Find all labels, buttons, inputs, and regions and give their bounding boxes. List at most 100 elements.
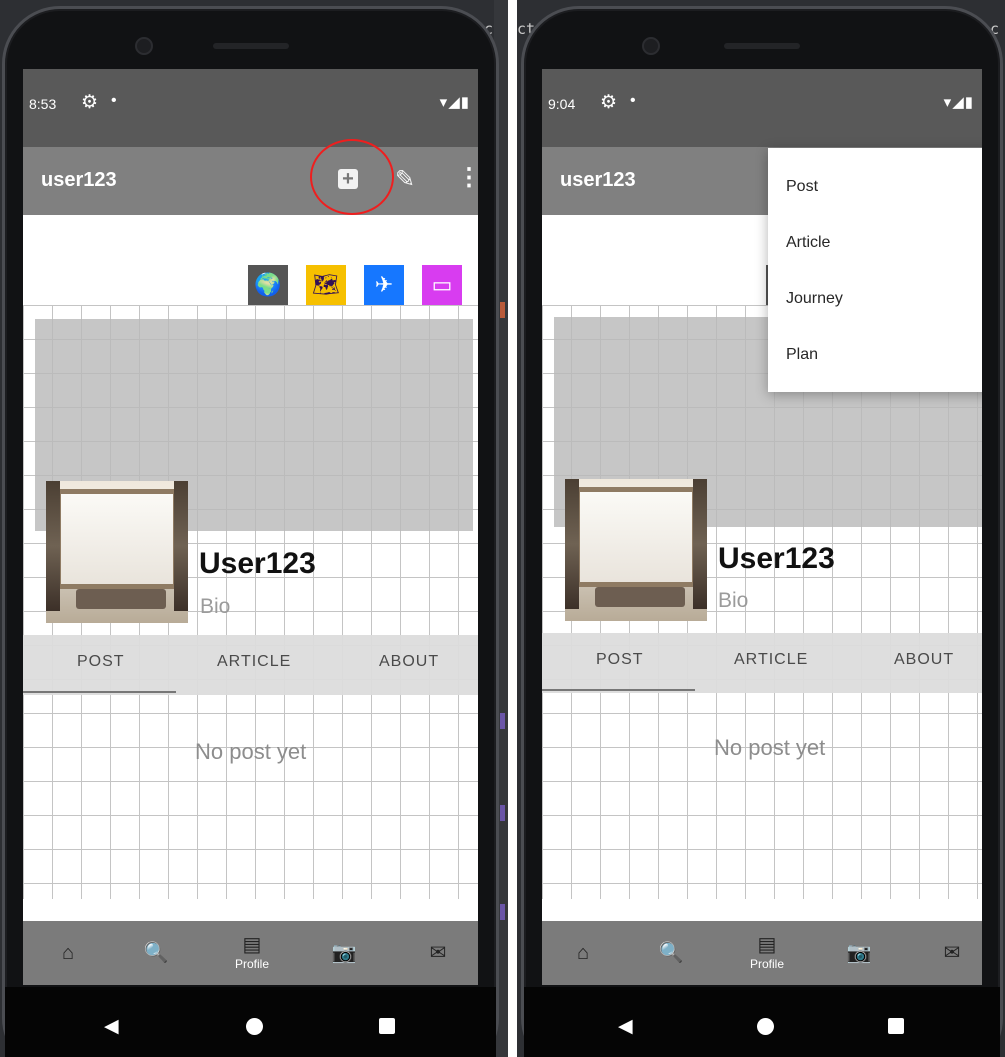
photo-window [56,489,178,589]
mail-icon: ✉ [943,942,961,964]
status-time: 9:04 [548,96,576,112]
phone-frame: 8:53 ⚙ • ▾◢▮ user123 + ✎ ⋮ 🌍 🗺 ✈ ▭ User1… [2,6,499,1057]
ide-gutter-mark [500,805,505,821]
back-icon[interactable]: ◀ [618,1015,633,1038]
active-tab-indicator [542,689,695,691]
tab-article[interactable]: ARTICLE [217,653,291,671]
front-camera [135,37,153,55]
display-name: User123 [718,542,835,575]
create-menu: Post Article Journey Plan [768,148,982,392]
menu-item-plan[interactable]: Plan [786,346,818,364]
recent-apps-icon[interactable] [379,1018,395,1034]
empty-state-message: No post yet [714,735,826,760]
app-bar: user123 + ✎ ⋮ [23,147,478,215]
bookmark-icon[interactable]: ▭ [422,265,462,305]
photo-shelf-left [565,479,579,609]
nav-profile[interactable]: ▤ Profile [737,921,797,985]
screenshot-stage: cti 8:53 ⚙ • ▾◢▮ user123 + ✎ ⋮ [0,0,1005,1057]
bio-text: Bio [200,595,231,618]
status-system-icons: ▾◢▮ [943,94,974,111]
nav-profile-label: Profile [749,957,784,971]
search-icon: 🔍 [658,942,684,964]
home-circle-icon[interactable] [757,1018,774,1035]
app-title: user123 [41,169,117,191]
settings-gear-icon: ⚙ [600,92,618,113]
flight-icon[interactable]: ✈ [364,265,404,305]
nav-mail[interactable]: ✉ [927,921,977,985]
nav-camera[interactable]: 📷 [834,921,884,985]
nav-profile[interactable]: ▤ Profile [222,921,282,985]
phone-frame: 9:04 ⚙ • ▾◢▮ user123 User123 Bio POST AR… [521,6,1003,1057]
map-route-icon[interactable]: 🗺 [306,265,346,305]
front-camera [642,37,660,55]
mail-icon: ✉ [429,942,447,964]
android-navigation-bar: ◀ [524,987,1000,1057]
ide-gutter-mark [500,302,505,318]
bio-text: Bio [718,589,749,612]
tab-about[interactable]: ABOUT [894,651,954,669]
nav-camera[interactable]: 📷 [319,921,369,985]
camera-icon: 📷 [331,942,357,964]
ide-gutter-mark [500,713,505,729]
profile-document-icon: ▤ [757,934,777,956]
earpiece-speaker [724,43,800,49]
tab-post[interactable]: POST [596,651,644,669]
status-bar: 8:53 ⚙ • ▾◢▮ [23,69,478,147]
status-time: 8:53 [29,96,57,112]
back-icon[interactable]: ◀ [104,1015,119,1038]
photo-rug [595,587,685,607]
settings-gear-icon: ⚙ [81,92,99,113]
profile-tabs: POST ARTICLE ABOUT [23,635,478,695]
photo-shelf-right [174,481,188,611]
profile-tabs: POST ARTICLE ABOUT [542,633,982,693]
right-phone-panel: cti c 9:04 ⚙ • ▾◢▮ user123 User123 Bio P… [517,0,1005,1057]
home-icon: ⌂ [576,942,590,964]
photo-rug [76,589,166,609]
phone-screen: 8:53 ⚙ • ▾◢▮ user123 + ✎ ⋮ 🌍 🗺 ✈ ▭ User1… [23,69,478,985]
profile-photo [565,479,707,621]
photo-shelf-right [693,479,707,609]
nav-home[interactable]: ⌂ [558,921,608,985]
empty-state-message: No post yet [195,739,307,764]
home-icon: ⌂ [61,942,75,964]
status-bar: 9:04 ⚙ • ▾◢▮ [542,69,982,147]
ide-gutter-mark [500,904,505,920]
recent-apps-icon[interactable] [888,1018,904,1034]
nav-search[interactable]: 🔍 [131,921,181,985]
tab-article[interactable]: ARTICLE [734,651,808,669]
notification-dot-icon: • [111,92,117,109]
app-title: user123 [560,169,636,191]
nav-mail[interactable]: ✉ [413,921,463,985]
tab-about[interactable]: ABOUT [379,653,439,671]
nav-search[interactable]: 🔍 [646,921,696,985]
menu-item-journey[interactable]: Journey [786,290,843,308]
globe-icon[interactable]: 🌍 [248,265,288,305]
profile-content: 🌍 🗺 ✈ ▭ User123 Bio POST ARTICLE ABOUT N… [23,215,478,899]
left-phone-panel: cti 8:53 ⚙ • ▾◢▮ user123 + ✎ ⋮ [0,0,508,1057]
status-system-icons: ▾◢▮ [439,94,470,111]
display-name: User123 [199,547,316,580]
profile-photo [46,481,188,623]
nav-home[interactable]: ⌂ [43,921,93,985]
photo-shelf-left [46,481,60,611]
nav-profile-label: Profile [234,957,269,971]
highlight-circle [310,139,394,215]
menu-item-article[interactable]: Article [786,234,830,252]
quick-action-icons: 🌍 🗺 ✈ ▭ [248,265,462,305]
active-tab-indicator [23,691,176,693]
phone-screen: 9:04 ⚙ • ▾◢▮ user123 User123 Bio POST AR… [542,69,982,985]
photo-window [575,487,697,587]
bottom-navigation: ⌂ 🔍 ▤ Profile 📷 ✉ [542,921,982,985]
profile-document-icon: ▤ [242,934,262,956]
edit-icon[interactable]: ✎ [395,165,415,194]
home-circle-icon[interactable] [246,1018,263,1035]
camera-icon: 📷 [846,942,872,964]
bottom-navigation: ⌂ 🔍 ▤ Profile 📷 ✉ [23,921,478,985]
tab-post[interactable]: POST [77,653,125,671]
earpiece-speaker [212,43,289,49]
notification-dot-icon: • [630,92,636,109]
search-icon: 🔍 [143,942,169,964]
android-navigation-bar: ◀ [5,987,496,1057]
menu-item-post[interactable]: Post [786,178,818,196]
overflow-menu-icon[interactable]: ⋮ [457,163,478,192]
